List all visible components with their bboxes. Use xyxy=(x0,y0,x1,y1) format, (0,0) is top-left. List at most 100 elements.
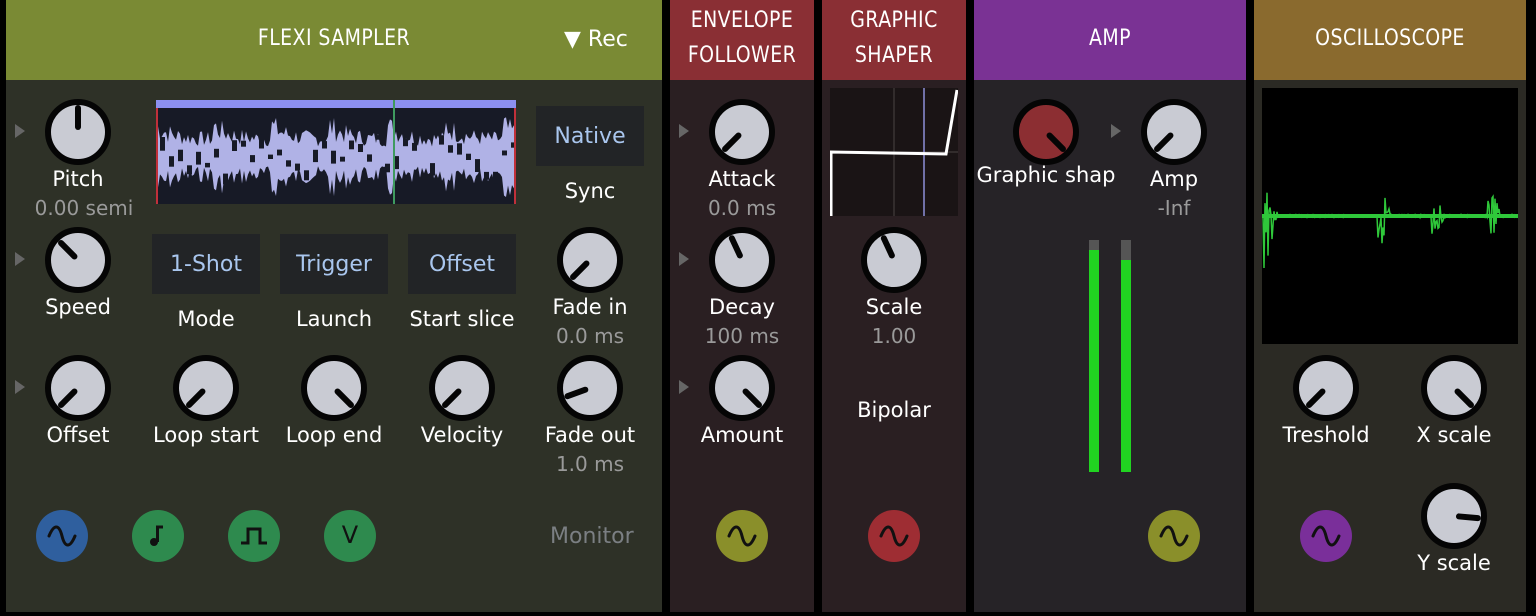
start-slice-button[interactable]: Offset xyxy=(408,234,516,294)
launch-button[interactable]: Trigger xyxy=(280,234,388,294)
meter-fill-right xyxy=(1121,260,1131,472)
offset-mod-arrow-icon[interactable] xyxy=(15,380,25,394)
sampler-audio-out-port[interactable] xyxy=(36,510,88,562)
envelope-out-port[interactable] xyxy=(716,510,768,562)
loop-end-label: Loop end xyxy=(285,423,383,447)
level-meter-right xyxy=(1121,240,1131,472)
shaper-out-port[interactable] xyxy=(868,510,920,562)
note-icon xyxy=(150,525,163,546)
amp-label: Amp xyxy=(1149,167,1199,191)
y-scale-label: Y scale xyxy=(1417,551,1491,575)
pitch-mod-arrow-icon[interactable] xyxy=(15,124,25,138)
scope-in-port[interactable] xyxy=(1300,510,1352,562)
sample-waveform[interactable] xyxy=(156,100,516,204)
fade-in-knob[interactable] xyxy=(556,226,624,294)
sampler-title: FLEXI SAMPLER xyxy=(257,26,411,51)
amp-panel: AMP Graphic shap Amp -Inf xyxy=(974,0,1246,612)
mode-button[interactable]: 1-Shot xyxy=(152,234,260,294)
sine-icon xyxy=(727,525,757,547)
envelope-header: ENVELOPE FOLLOWER xyxy=(670,0,814,80)
sine-icon xyxy=(1311,525,1341,547)
loop-end-knob[interactable] xyxy=(300,354,368,422)
graphic-shaper-mod-knob[interactable] xyxy=(1012,98,1080,166)
amp-mod-arrow-icon[interactable] xyxy=(1111,124,1121,138)
level-meter-left xyxy=(1089,240,1099,472)
fade-in-value: 0.0 ms xyxy=(555,324,625,348)
sampler-gate-port[interactable] xyxy=(228,510,280,562)
amount-knob[interactable] xyxy=(708,354,776,422)
scope-title: OSCILLOSCOPE xyxy=(1315,26,1465,51)
loop-start-knob[interactable] xyxy=(172,354,240,422)
sampler-velocity-port[interactable]: V xyxy=(324,510,376,562)
amp-body: Graphic shap Amp -Inf xyxy=(974,80,1246,612)
amount-label: Amount xyxy=(700,423,784,447)
shaper-title-line1: GRAPHIC xyxy=(850,8,938,33)
sine-icon xyxy=(879,525,909,547)
loop-start-label: Loop start xyxy=(153,423,259,447)
attack-mod-arrow-icon[interactable] xyxy=(679,124,689,138)
attack-knob[interactable] xyxy=(708,98,776,166)
flexi-sampler-panel: FLEXI SAMPLER ▼ Rec Pitch 0.00 semi Nati… xyxy=(6,0,662,612)
pitch-knob[interactable] xyxy=(44,98,112,166)
bipolar-toggle[interactable]: Bipolar xyxy=(834,398,954,422)
sine-icon xyxy=(1159,525,1189,547)
start-slice-label: Start slice xyxy=(409,307,515,331)
graphic-shaper-mod-label: Graphic shap xyxy=(976,163,1116,187)
y-scale-knob[interactable] xyxy=(1420,482,1488,550)
amount-mod-arrow-icon[interactable] xyxy=(679,380,689,394)
shaper-body: Scale 1.00 Bipolar xyxy=(822,80,966,612)
amp-header: AMP xyxy=(974,0,1246,80)
decay-value: 100 ms xyxy=(704,324,780,348)
shaper-title-line2: SHAPER xyxy=(854,43,934,68)
fade-in-label: Fade in xyxy=(552,295,628,319)
envelope-follower-panel: ENVELOPE FOLLOWER Attack 0.0 ms Decay 10… xyxy=(670,0,814,612)
scale-value: 1.00 xyxy=(871,324,917,348)
decay-label: Decay xyxy=(709,295,775,319)
pitch-value: 0.00 semi xyxy=(34,196,134,220)
amp-out-port[interactable] xyxy=(1148,510,1200,562)
sampler-note-port[interactable] xyxy=(132,510,184,562)
shaper-header: GRAPHIC SHAPER xyxy=(822,0,966,80)
mode-label: Mode xyxy=(177,307,235,331)
velocity-icon: V xyxy=(341,521,359,549)
gate-icon xyxy=(241,527,267,545)
speed-mod-arrow-icon[interactable] xyxy=(15,252,25,266)
scope-display xyxy=(1262,88,1518,344)
native-sync-button[interactable]: Native xyxy=(536,106,644,166)
graphic-shaper-panel: GRAPHIC SHAPER Scale 1.00 Bipolar xyxy=(822,0,966,612)
offset-knob[interactable] xyxy=(44,354,112,422)
treshold-label: Treshold xyxy=(1282,423,1370,447)
sine-icon xyxy=(47,525,77,547)
velocity-knob[interactable] xyxy=(428,354,496,422)
scale-knob[interactable] xyxy=(860,226,928,294)
x-scale-label: X scale xyxy=(1416,423,1492,447)
decay-knob[interactable] xyxy=(708,226,776,294)
oscilloscope-panel: OSCILLOSCOPE Treshold X scale Y scale xyxy=(1254,0,1526,612)
offset-label: Offset xyxy=(46,423,110,447)
x-scale-knob[interactable] xyxy=(1420,354,1488,422)
decay-mod-arrow-icon[interactable] xyxy=(679,252,689,266)
rec-button[interactable]: ▼ Rec xyxy=(564,27,628,52)
scale-label: Scale xyxy=(865,295,923,319)
fade-out-label: Fade out xyxy=(544,423,636,447)
envelope-body: Attack 0.0 ms Decay 100 ms Amount xyxy=(670,80,814,612)
meter-fill-left xyxy=(1089,250,1099,472)
scope-header: OSCILLOSCOPE xyxy=(1254,0,1526,80)
speed-knob[interactable] xyxy=(44,226,112,294)
envelope-title-line2: FOLLOWER xyxy=(687,43,797,68)
treshold-knob[interactable] xyxy=(1292,354,1360,422)
amp-knob[interactable] xyxy=(1140,98,1208,166)
scope-body: Treshold X scale Y scale xyxy=(1254,80,1526,612)
velocity-label: Velocity xyxy=(420,423,504,447)
amp-value: -Inf xyxy=(1157,196,1191,220)
fade-out-value: 1.0 ms xyxy=(555,452,625,476)
monitor-button[interactable]: Monitor xyxy=(550,524,634,549)
shaper-curve-display[interactable] xyxy=(830,88,958,216)
sync-label: Sync xyxy=(564,179,616,203)
fade-out-knob[interactable] xyxy=(556,354,624,422)
sampler-header: FLEXI SAMPLER ▼ Rec xyxy=(6,0,662,80)
attack-label: Attack xyxy=(708,167,776,191)
pitch-label: Pitch xyxy=(52,167,104,191)
attack-value: 0.0 ms xyxy=(707,196,777,220)
amp-title: AMP xyxy=(1089,26,1131,51)
